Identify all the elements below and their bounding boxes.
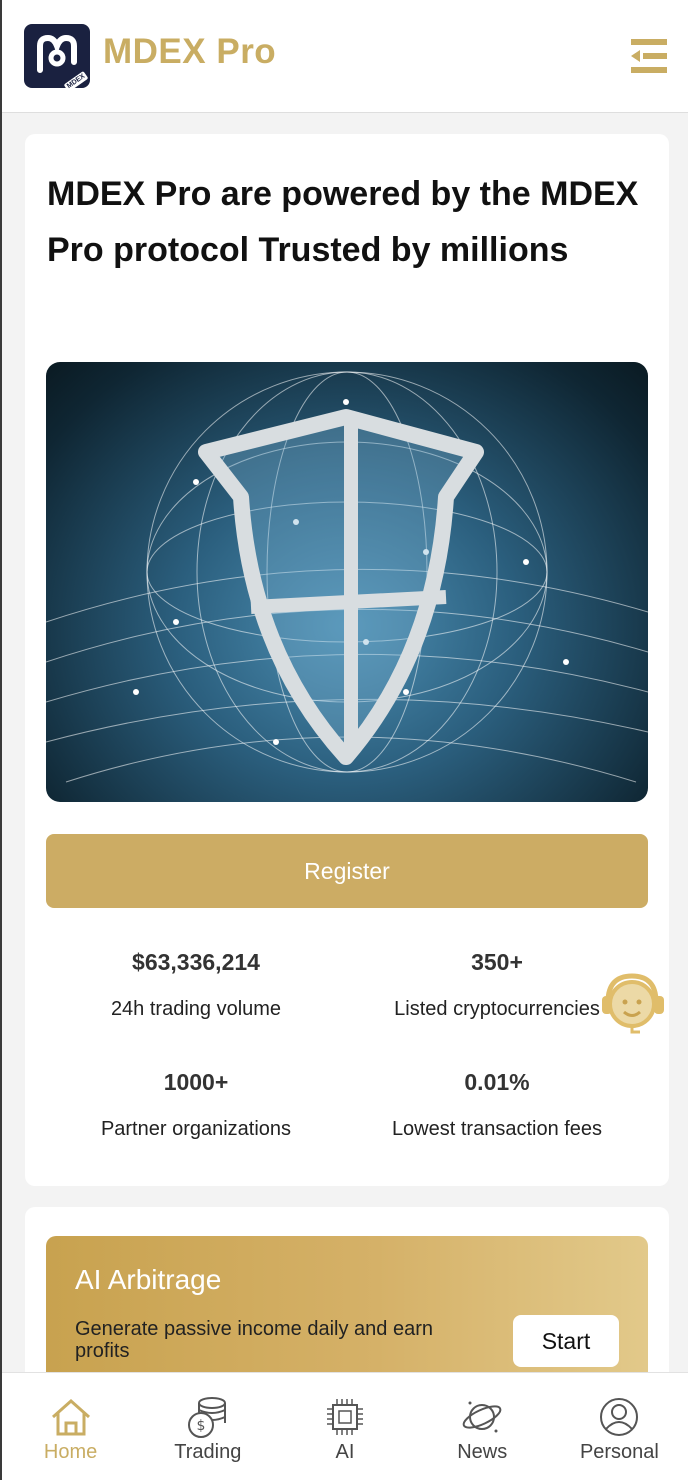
app-logo[interactable]: MDEX [24,24,90,88]
nav-ai[interactable]: AI [276,1373,413,1480]
planet-icon [462,1401,502,1433]
stat-label: Partner organizations [100,1118,292,1140]
register-button[interactable]: Register [46,834,648,908]
app-header: MDEX MDEX Pro [2,0,688,113]
nav-label: Trading [174,1441,242,1463]
stat-value: $63,336,214 [132,949,260,975]
chip-icon [327,1399,363,1435]
stat-trading-volume: $63,336,214 24h trading volume [46,949,346,1021]
start-button[interactable]: Start [513,1315,619,1367]
nav-home[interactable]: Home [2,1373,139,1480]
nav-label: AI [335,1441,355,1463]
app-title: MDEX Pro [103,32,277,71]
coins-icon: $ [187,1397,226,1438]
nav-label: Home [43,1441,98,1463]
nav-label: News [457,1441,508,1463]
headline: MDEX Pro are powered by the MDEX Pro pro… [47,175,639,269]
stat-label: Lowest transaction fees [391,1118,603,1140]
ai-arbitrage-title: AI Arbitrage [75,1264,222,1295]
stat-partners: 1000+ Partner organizations [46,1069,346,1141]
ai-arbitrage-subtitle: Generate passive income daily and earn p… [75,1318,433,1362]
svg-text:$: $ [196,1418,205,1434]
customer-support-icon [602,973,664,1034]
stat-value: 0.01% [464,1069,530,1095]
menu-collapse-icon [631,39,667,73]
bottom-nav: Home $ Trading AI News Personal [2,1372,688,1480]
shield-network-illustration [46,371,648,783]
nav-news[interactable]: News [414,1373,551,1480]
user-icon [600,1398,639,1436]
nav-label: Personal [579,1441,659,1463]
home-icon [51,1398,90,1436]
banner-carousel[interactable] [46,362,648,802]
customer-support-button[interactable] [598,972,670,1038]
nav-personal[interactable]: Personal [551,1373,688,1480]
stat-fees: 0.01% Lowest transaction fees [347,1069,647,1141]
stat-value: 1000+ [163,1069,229,1095]
hero-card: MDEX Pro are powered by the MDEX Pro pro… [25,134,669,1186]
menu-button[interactable] [629,36,669,76]
nav-trading[interactable]: $ Trading [139,1373,276,1480]
stat-label: 24h trading volume [110,998,282,1020]
logo-m-icon [37,34,77,73]
